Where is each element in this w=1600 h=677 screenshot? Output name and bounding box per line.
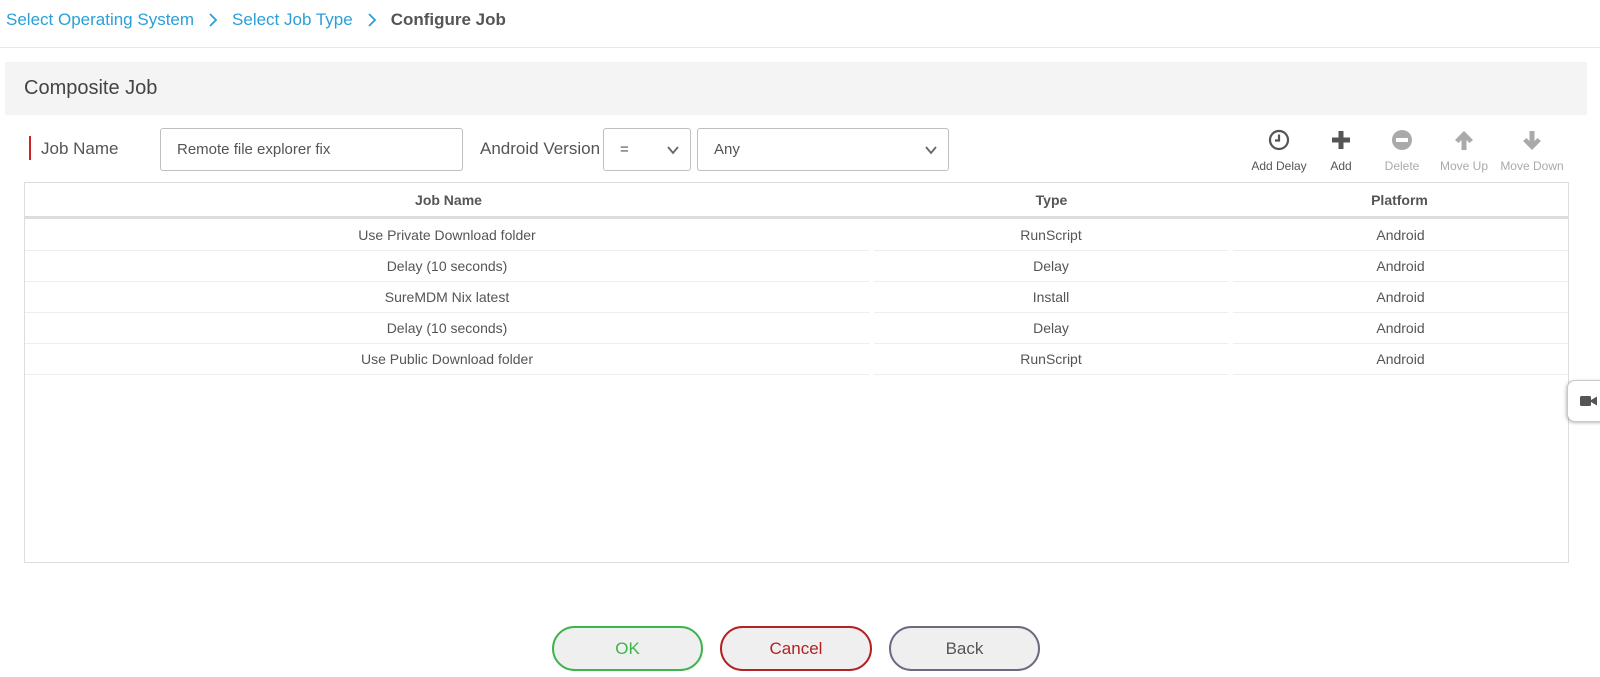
cancel-button[interactable]: Cancel <box>720 626 872 671</box>
android-version-value: Any <box>714 141 740 158</box>
column-header-platform[interactable]: Platform <box>1231 183 1568 216</box>
add-delay-label: Add Delay <box>1251 159 1307 173</box>
video-camera-icon <box>1580 396 1597 406</box>
table-header: Job Name Type Platform <box>25 183 1568 219</box>
chevron-down-icon <box>667 146 679 155</box>
arrow-down-icon <box>1520 128 1544 152</box>
delete-label: Delete <box>1384 159 1420 173</box>
cell-platform: Android <box>1233 282 1568 313</box>
required-indicator <box>29 136 31 160</box>
cell-type: RunScript <box>874 344 1229 375</box>
jobs-table: Job Name Type Platform Use Private Downl… <box>24 182 1569 563</box>
cell-type: Delay <box>874 313 1229 344</box>
table-row[interactable]: Use Public Download folder RunScript And… <box>25 344 1568 375</box>
cell-job-name: Use Private Download folder <box>25 220 870 251</box>
delete-button[interactable]: Delete <box>1381 128 1423 173</box>
move-down-button[interactable]: Move Down <box>1498 128 1566 173</box>
add-delay-button[interactable]: Add Delay <box>1246 128 1312 173</box>
cell-platform: Android <box>1233 313 1568 344</box>
chevron-right-icon <box>367 13 377 27</box>
arrow-up-icon <box>1452 128 1476 152</box>
version-operator-value: = <box>620 141 629 158</box>
cell-job-name: Delay (10 seconds) <box>25 251 870 282</box>
job-config-row: Job Name Android Version = Any <box>0 127 1600 172</box>
add-label: Add <box>1330 159 1352 173</box>
clock-icon <box>1267 128 1291 152</box>
column-header-type[interactable]: Type <box>872 183 1231 216</box>
table-row[interactable]: SureMDM Nix latest Install Android <box>25 282 1568 313</box>
cell-platform: Android <box>1233 220 1568 251</box>
cell-type: RunScript <box>874 220 1229 251</box>
job-name-input[interactable] <box>160 128 463 171</box>
table-row[interactable]: Delay (10 seconds) Delay Android <box>25 251 1568 282</box>
table-row[interactable]: Delay (10 seconds) Delay Android <box>25 313 1568 344</box>
cell-platform: Android <box>1233 251 1568 282</box>
cell-job-name: SureMDM Nix latest <box>25 282 870 313</box>
panel-title: Composite Job <box>5 62 1587 115</box>
cell-type: Install <box>874 282 1229 313</box>
breadcrumb-current: Configure Job <box>390 10 506 29</box>
job-name-label: Job Name <box>41 139 119 158</box>
column-header-job-name[interactable]: Job Name <box>25 183 872 216</box>
breadcrumb-select-job-type[interactable]: Select Job Type <box>232 10 353 30</box>
version-operator-select[interactable]: = <box>603 128 691 171</box>
cell-platform: Android <box>1233 344 1568 375</box>
cell-job-name: Delay (10 seconds) <box>25 313 870 344</box>
cell-type: Delay <box>874 251 1229 282</box>
chevron-right-icon <box>208 13 218 27</box>
android-version-label: Android Version <box>480 139 601 158</box>
add-button[interactable]: Add <box>1326 128 1356 173</box>
table-row[interactable]: Use Private Download folder RunScript An… <box>25 220 1568 251</box>
move-up-button[interactable]: Move Up <box>1437 128 1491 173</box>
move-up-label: Move Up <box>1439 159 1489 173</box>
minus-circle-icon <box>1390 128 1414 152</box>
android-version-select[interactable]: Any <box>697 128 949 171</box>
divider <box>0 47 1600 48</box>
video-recorder-tab[interactable] <box>1567 380 1600 422</box>
chevron-down-icon <box>925 146 937 155</box>
breadcrumb: Select Operating System Select Job Type … <box>6 0 506 40</box>
ok-button[interactable]: OK <box>552 626 703 671</box>
plus-icon <box>1329 128 1353 152</box>
back-button[interactable]: Back <box>889 626 1040 671</box>
cell-job-name: Use Public Download folder <box>25 344 870 375</box>
move-down-label: Move Down <box>1500 159 1564 173</box>
breadcrumb-select-operating-system[interactable]: Select Operating System <box>6 10 194 30</box>
